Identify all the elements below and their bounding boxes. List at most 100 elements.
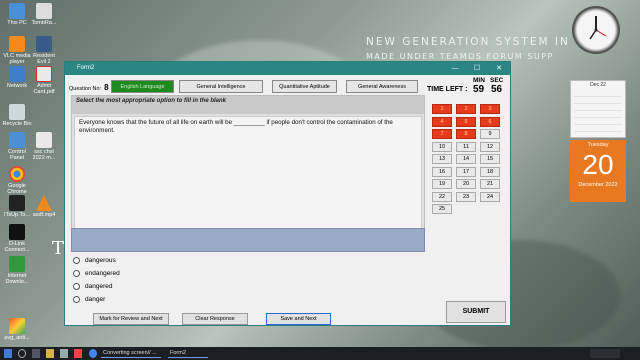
start-icon[interactable] xyxy=(4,349,12,358)
option-4[interactable]: danger xyxy=(73,296,105,303)
desktop-icon-asdf[interactable]: asdf.mp4 xyxy=(29,195,59,218)
task-view-icon[interactable] xyxy=(32,349,40,358)
desktop-icon-avg[interactable]: avg_anti... xyxy=(2,318,32,341)
desktop-icon-resident-evil[interactable]: Resident Evil 2 xyxy=(29,36,59,65)
form2-window: Form2 — ☐ ✕ Question No: 8 English Langua… xyxy=(64,61,511,326)
search-icon[interactable] xyxy=(18,349,26,358)
question-palette-button[interactable]: 6 xyxy=(480,116,500,127)
taskbar-item-form2[interactable]: Form2 xyxy=(168,349,208,358)
taskbar-item-converting[interactable]: Converting screen// ... xyxy=(101,349,161,358)
radio-button[interactable] xyxy=(73,270,80,277)
question-palette-button[interactable]: 25 xyxy=(432,204,452,214)
file-explorer-icon[interactable] xyxy=(46,349,54,358)
desktop-icon-this-pc[interactable]: This PC xyxy=(2,3,32,26)
radio-button[interactable] xyxy=(73,257,80,264)
clock-gadget xyxy=(572,6,620,54)
question-palette-button[interactable]: 2 xyxy=(456,104,476,114)
question-number-label: Question No: xyxy=(69,86,102,92)
pdf-icon xyxy=(36,66,52,82)
question-palette-button[interactable]: 4 xyxy=(432,116,452,127)
question-palette-button[interactable]: 12 xyxy=(480,141,500,152)
question-palette-button[interactable]: 19 xyxy=(432,179,452,189)
question-palette-button[interactable]: 10 xyxy=(432,141,452,152)
question-palette-button[interactable]: 13 xyxy=(432,154,452,164)
option-3[interactable]: dangered xyxy=(73,283,112,290)
question-palette-button[interactable]: 16 xyxy=(432,166,452,177)
chrome-icon xyxy=(9,166,25,182)
clock-hands-icon xyxy=(589,16,607,40)
game-icon xyxy=(36,36,52,52)
option-label: endangered xyxy=(85,270,120,277)
min-value: 59 xyxy=(473,84,485,95)
calendar-month-year: December 2022 xyxy=(578,182,618,188)
question-palette-button[interactable]: 18 xyxy=(480,166,500,177)
video-file-icon xyxy=(9,195,25,211)
question-palette-button[interactable]: 21 xyxy=(480,179,500,189)
question-palette-button[interactable]: 5 xyxy=(456,116,476,127)
desktop-icon-network[interactable]: Network xyxy=(2,66,32,89)
desktop-icon-ssc-chsl[interactable]: ssc chsl 2022 m... xyxy=(29,132,59,161)
recycle-bin-icon xyxy=(9,104,25,120)
chrome-taskbar-icon[interactable] xyxy=(89,349,97,358)
pinned-app-icon[interactable] xyxy=(74,349,82,358)
desktop-icon-recycle-bin[interactable]: Recycle Bin xyxy=(2,104,32,127)
mark-for-review-button[interactable]: Mark for Review and Next xyxy=(93,313,169,325)
tab-general-awareness[interactable]: General Awareness xyxy=(346,80,418,93)
option-2[interactable]: endangered xyxy=(73,270,120,277)
submit-button[interactable]: SUBMIT xyxy=(446,301,506,323)
document-icon xyxy=(36,132,52,148)
selected-answer-bar xyxy=(71,228,425,252)
desktop-icon-dlink[interactable]: D-Link Connect... xyxy=(2,224,32,253)
calendar-day: 20 xyxy=(582,149,614,180)
question-palette-button[interactable]: 14 xyxy=(456,154,476,164)
question-palette-button[interactable]: 20 xyxy=(456,179,476,189)
question-palette-button[interactable]: 8 xyxy=(456,129,476,139)
question-instruction: Select the most appropriate option to fi… xyxy=(72,96,424,114)
maximize-button[interactable]: ☐ xyxy=(466,62,488,75)
question-text: Everyone knows that the future of all li… xyxy=(74,116,422,242)
question-palette-button[interactable]: 11 xyxy=(456,141,476,152)
question-palette-button[interactable]: 22 xyxy=(432,191,452,202)
calendar-month-label: Dec 22 xyxy=(590,82,606,88)
pinned-app-icon[interactable] xyxy=(60,349,68,358)
calendar-day-gadget: Tuesday 20 December 2022 xyxy=(570,140,626,202)
watermark-line1: NEW GENERATION SYSTEM IN xyxy=(366,36,570,48)
system-tray[interactable] xyxy=(590,349,620,358)
tab-general-intelligence[interactable]: General Intelligence xyxy=(179,80,263,93)
taskbar: Converting screen// ... Form2 xyxy=(0,347,640,360)
desktop-icon-idm[interactable]: Internet Downlo... xyxy=(2,256,32,285)
radio-button[interactable] xyxy=(73,283,80,290)
question-palette-button[interactable]: 3 xyxy=(480,104,500,114)
dlink-icon xyxy=(9,224,25,240)
clear-response-button[interactable]: Clear Response xyxy=(182,313,248,325)
question-palette-button[interactable]: 1 xyxy=(432,104,452,114)
close-button[interactable]: ✕ xyxy=(488,62,510,75)
question-palette-button[interactable]: 7 xyxy=(432,129,452,139)
vlc-cone-icon xyxy=(36,195,52,211)
desktop-icon-chrome[interactable]: Google Chrome xyxy=(2,166,32,195)
desktop-icon-control-panel[interactable]: Control Panel xyxy=(2,132,32,161)
question-palette-button[interactable]: 17 xyxy=(456,166,476,177)
save-and-next-button[interactable]: Save and Next xyxy=(266,313,331,325)
desktop-icon-itsupto[interactable]: ITsUp To... xyxy=(2,195,32,218)
desktop-icon-vlc[interactable]: VLC media player xyxy=(2,36,32,65)
tab-quantitative-aptitude[interactable]: Quantitative Aptitude xyxy=(272,80,337,93)
avg-icon xyxy=(9,318,25,334)
question-palette-button[interactable]: 24 xyxy=(480,191,500,202)
time-left-label: TIME LEFT : xyxy=(427,86,468,93)
question-palette-button[interactable]: 23 xyxy=(456,191,476,202)
calendar-month-gadget: Dec 22 xyxy=(570,80,626,138)
desktop-icon-admit-card[interactable]: Admit Card.pdf xyxy=(29,66,59,95)
window-titlebar[interactable]: Form2 — ☐ ✕ xyxy=(65,62,510,75)
desktop-icon-tombraider[interactable]: TombRa... xyxy=(29,3,59,26)
window-title: Form2 xyxy=(77,65,95,71)
option-1[interactable]: dangerous xyxy=(73,257,116,264)
sec-value: 56 xyxy=(491,84,503,95)
radio-button[interactable] xyxy=(73,296,80,303)
question-palette-button[interactable]: 9 xyxy=(480,129,500,139)
vlc-icon xyxy=(9,36,25,52)
question-palette-button[interactable]: 15 xyxy=(480,154,500,164)
tab-english-language[interactable]: English Language xyxy=(111,80,174,93)
minimize-button[interactable]: — xyxy=(444,62,466,75)
option-label: dangerous xyxy=(85,257,116,264)
